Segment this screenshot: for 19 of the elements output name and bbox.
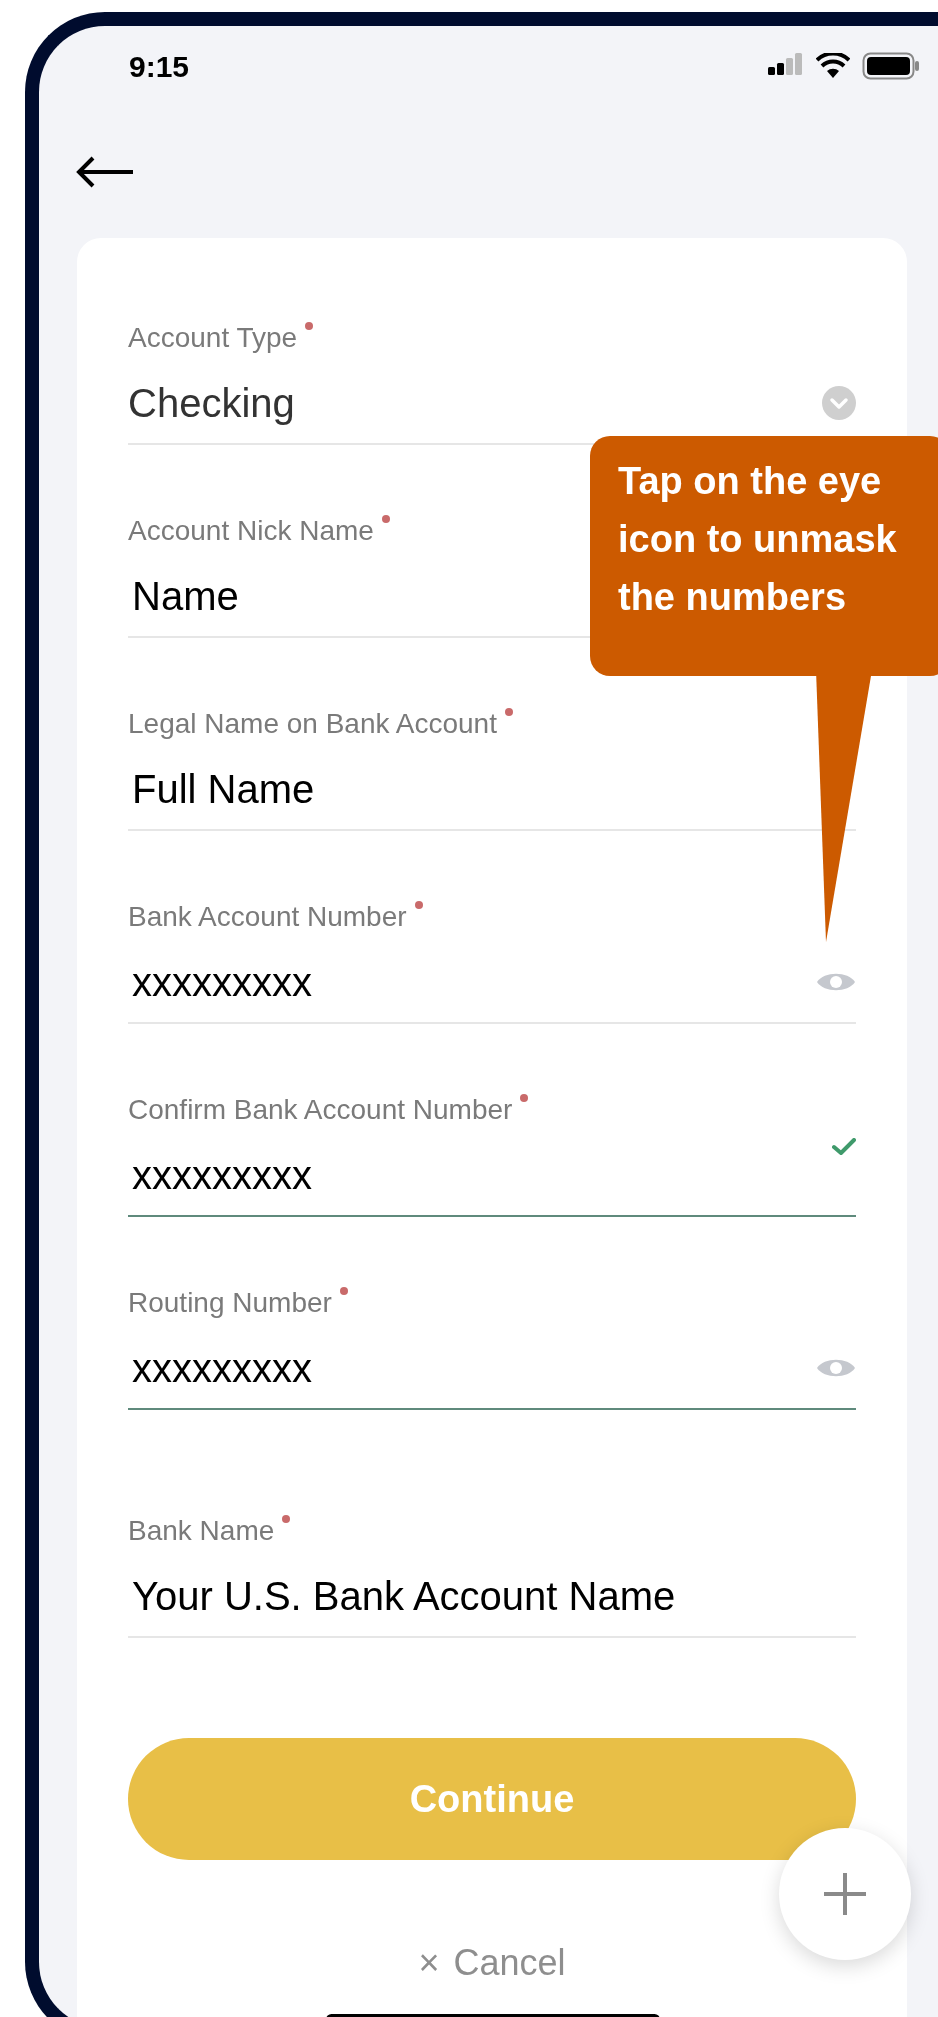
chevron-down-icon[interactable] bbox=[822, 385, 856, 420]
back-arrow-icon[interactable] bbox=[75, 156, 135, 188]
input-field[interactable]: xxxxxxxxx bbox=[128, 1128, 856, 1217]
input-field[interactable]: xxxxxxxxx bbox=[128, 935, 856, 1024]
field-label: Routing Number bbox=[128, 1286, 332, 1320]
checkmark-icon bbox=[832, 1138, 856, 1156]
battery-icon bbox=[862, 52, 920, 80]
input-field[interactable]: Your U.S. Bank Account Name bbox=[128, 1549, 856, 1638]
eye-hint-tooltip: Tap on the eye icon to unmask the numbers bbox=[590, 436, 938, 676]
plus-icon bbox=[824, 1873, 866, 1915]
field-label: Legal Name on Bank Account bbox=[128, 707, 497, 741]
field-label: Bank Name bbox=[128, 1514, 275, 1548]
input-field[interactable]: xxxxxxxxx bbox=[128, 1321, 856, 1410]
wifi-icon bbox=[816, 53, 850, 79]
field-label: Account Type bbox=[128, 321, 298, 355]
status-time: 9:15 bbox=[129, 48, 190, 85]
field-label: Confirm Bank Account Number bbox=[128, 1093, 513, 1127]
field-label: Bank Account Number bbox=[128, 900, 407, 934]
field-label: Account Nick Name bbox=[128, 514, 374, 548]
